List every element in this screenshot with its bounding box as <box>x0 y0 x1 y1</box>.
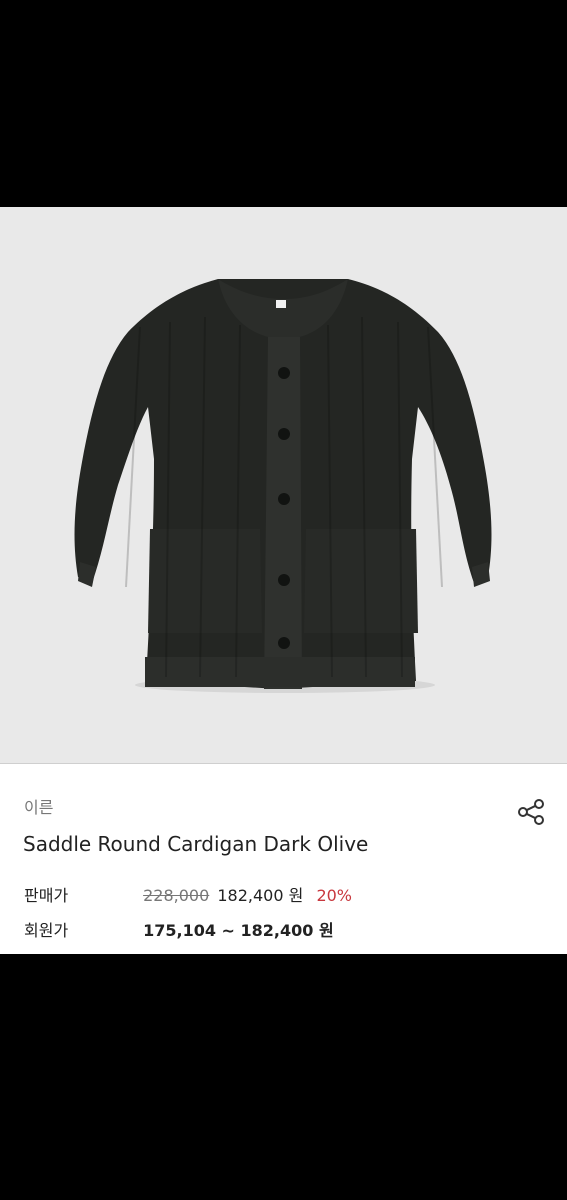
original-price: 228,000 <box>143 886 210 905</box>
neck-label <box>276 300 286 308</box>
member-price: 175,104 ~ 182,400 원 <box>143 921 334 940</box>
brand-name[interactable]: 이른 <box>24 798 53 818</box>
product-page: 이른 Saddle Round Cardigan Dark Olive 판매가 … <box>0 0 567 1200</box>
product-info: 이른 Saddle Round Cardigan Dark Olive 판매가 … <box>0 764 567 954</box>
sale-price: 182,400 원 <box>217 886 304 905</box>
hem-rib <box>145 657 415 687</box>
member-price-row: 회원가 175,104 ~ 182,400 원 <box>24 921 334 941</box>
share-button[interactable] <box>515 796 547 828</box>
product-image[interactable] <box>0 207 567 763</box>
sale-price-label: 판매가 <box>24 886 69 905</box>
product-title: Saddle Round Cardigan Dark Olive <box>23 832 369 856</box>
button-1 <box>278 367 290 379</box>
button-3 <box>278 493 290 505</box>
button-5 <box>278 637 290 649</box>
cardigan-illustration <box>0 207 567 763</box>
discount-rate: 20% <box>316 886 352 905</box>
button-placket <box>264 337 302 689</box>
share-icon <box>518 799 544 825</box>
member-price-label: 회원가 <box>24 921 69 940</box>
button-2 <box>278 428 290 440</box>
button-4 <box>278 574 290 586</box>
left-pocket <box>148 529 262 633</box>
sale-price-row: 판매가 228,000 182,400 원 20% <box>24 886 352 906</box>
